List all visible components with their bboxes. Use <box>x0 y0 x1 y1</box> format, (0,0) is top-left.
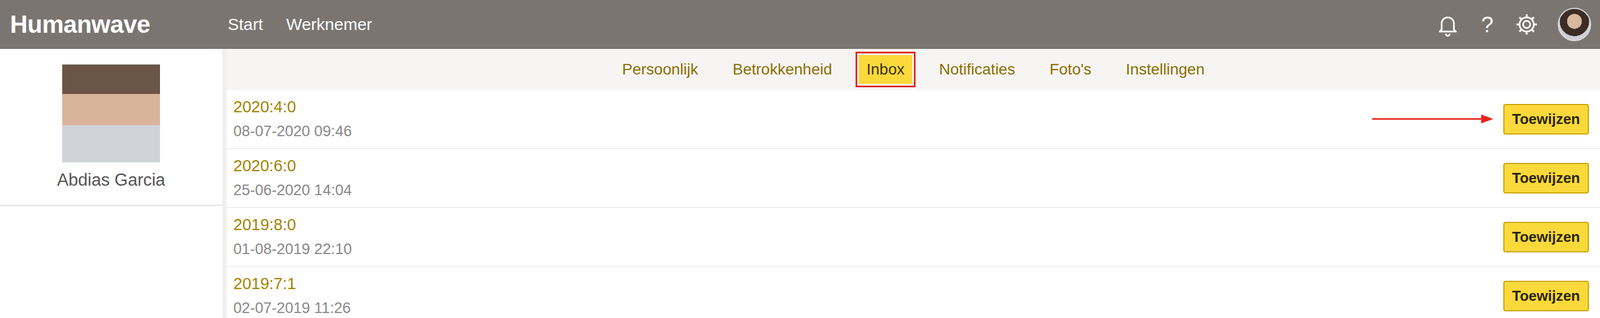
inbox-row[interactable]: 2020:4:0 08-07-2020 09:46 Toewijzen <box>226 90 1600 149</box>
tab[interactable]: Instellingen <box>1118 55 1213 84</box>
bell-icon[interactable] <box>1435 12 1460 37</box>
top-icons: ? <box>1435 7 1592 42</box>
message-date: 08-07-2020 09:46 <box>233 122 352 140</box>
message-title[interactable]: 2019:8:0 <box>233 215 352 234</box>
main-panel: Persoonlijk Betrokkenheid Inbox Notificatie… <box>226 48 1600 318</box>
row-actions: Toewijzen <box>1372 103 1589 135</box>
row-text: 2019:7:1 02-07-2019 11:26 <box>233 274 351 317</box>
message-date: 01-08-2019 22:10 <box>233 240 352 258</box>
profile-card: Abdias Garcia <box>0 48 223 207</box>
tab-outline: Betrokkenheid <box>721 51 844 88</box>
logo[interactable]: Humanwave <box>10 10 228 39</box>
row-actions: Toewijzen <box>1503 280 1589 312</box>
nav-item[interactable]: Start <box>227 15 263 34</box>
assign-button[interactable]: Toewijzen <box>1503 221 1589 253</box>
tab-outline: Foto's <box>1038 51 1103 88</box>
main-nav: Start Werknemer <box>227 15 373 34</box>
page: HumanwaveStart Werknemer? Abdias Garcia Per… <box>0 0 1600 318</box>
row-text: 2020:6:0 25-06-2020 14:04 <box>233 156 352 199</box>
message-title[interactable]: 2019:7:1 <box>233 274 351 293</box>
gear-icon[interactable] <box>1514 12 1539 37</box>
inbox-row[interactable]: 2020:6:0 25-06-2020 14:04 Toewijzen <box>226 148 1600 208</box>
tab-bar: Persoonlijk Betrokkenheid Inbox Notificatie… <box>226 48 1600 90</box>
tab-outline: Notificaties <box>927 51 1027 88</box>
tab[interactable]: Betrokkenheid <box>725 55 840 84</box>
tab-outline: Instellingen <box>1115 51 1217 88</box>
tab[interactable]: Notificaties <box>931 55 1023 84</box>
row-actions: Toewijzen <box>1503 162 1589 194</box>
message-title[interactable]: 2020:4:0 <box>233 97 352 117</box>
assign-button[interactable]: Toewijzen <box>1503 280 1589 312</box>
tab[interactable]: Inbox <box>858 55 913 84</box>
inbox-list: 2020:4:008-07-2020 09:46Toewijzen2020:6:… <box>226 90 1600 318</box>
row-text: 2019:8:0 01-08-2019 22:10 <box>233 215 352 258</box>
assign-button[interactable]: Toewijzen <box>1503 162 1589 194</box>
assign-button[interactable]: Toewijzen <box>1503 103 1589 135</box>
sidebar: Abdias Garcia <box>0 48 227 318</box>
row-text: 2020:4:0 08-07-2020 09:46 <box>233 97 352 140</box>
tab[interactable]: Foto's <box>1041 55 1099 84</box>
tab[interactable]: Persoonlijk <box>614 55 707 84</box>
inbox-row[interactable]: 2019:8:0 01-08-2019 22:10 Toewijzen <box>226 207 1600 267</box>
message-date: 02-07-2019 11:26 <box>233 299 351 317</box>
arrow-icon <box>1372 113 1495 125</box>
help-icon[interactable]: ? <box>1478 12 1496 38</box>
message-title[interactable]: 2020:6:0 <box>233 156 352 175</box>
profile-name: Abdias Garcia <box>57 170 166 190</box>
inbox-row[interactable]: 2019:7:1 02-07-2019 11:26 Toewijzen <box>226 266 1600 318</box>
top-bar: HumanwaveStart Werknemer? <box>0 0 1600 49</box>
content: Abdias Garcia Persoonlijk Betrokkenheid Inb… <box>0 48 1600 318</box>
tab-outline: Persoonlijk <box>611 51 710 88</box>
user-avatar[interactable] <box>1557 7 1592 42</box>
message-date: 25-06-2020 14:04 <box>233 181 352 199</box>
tab-outline: Inbox <box>855 51 917 88</box>
nav-item[interactable]: Werknemer <box>286 15 372 34</box>
row-actions: Toewijzen <box>1503 221 1589 253</box>
profile-photo <box>62 64 160 163</box>
